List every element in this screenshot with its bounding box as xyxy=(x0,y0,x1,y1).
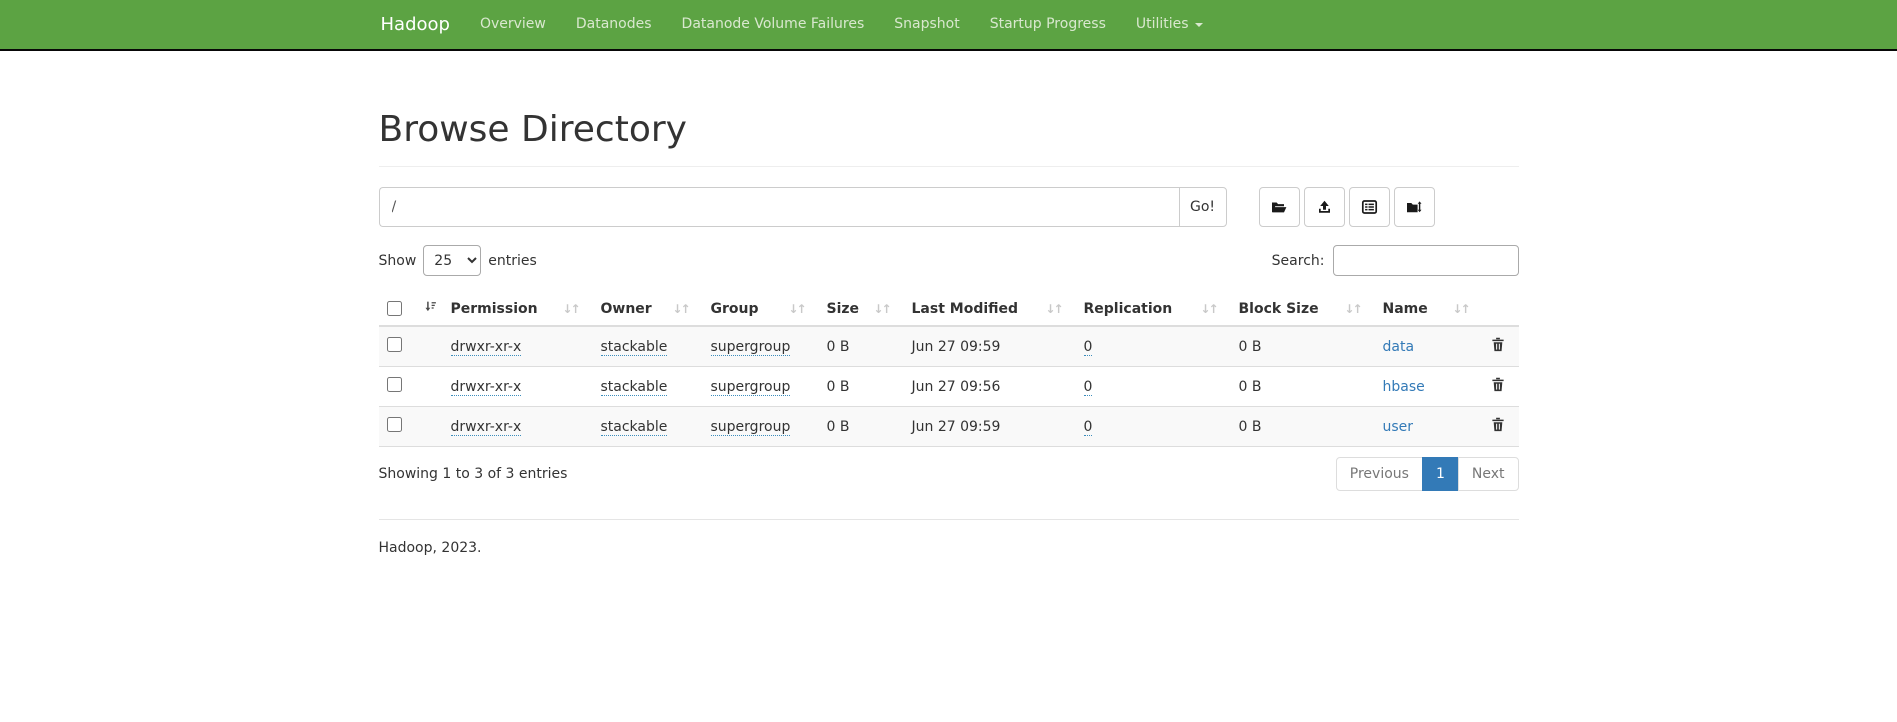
column-header-last-modified[interactable]: Last Modified↓↑ xyxy=(904,292,1076,326)
select-all-checkbox[interactable] xyxy=(387,301,402,316)
row-checkbox[interactable] xyxy=(387,417,402,432)
last-modified-value: Jun 27 09:59 xyxy=(912,339,1001,355)
column-header-permission[interactable]: Permission↓↑ xyxy=(443,292,593,326)
row-checkbox[interactable] xyxy=(387,337,402,352)
directory-table: Permission↓↑ Owner↓↑ Group↓↑ Size↓↑ Last… xyxy=(379,292,1519,447)
directory-name-link[interactable]: hbase xyxy=(1383,379,1425,395)
trash-icon xyxy=(1491,420,1505,435)
nav-item-utilities-label: Utilities xyxy=(1136,0,1189,49)
block-size-value: 0 B xyxy=(1239,419,1262,435)
create-directory-button[interactable] xyxy=(1259,187,1300,227)
trash-icon xyxy=(1491,380,1505,395)
pagination-previous[interactable]: Previous xyxy=(1336,457,1423,491)
sort-both-icon: ↓↑ xyxy=(1452,302,1476,316)
replication-value[interactable]: 0 xyxy=(1084,339,1093,356)
sort-both-icon: ↓↑ xyxy=(1045,302,1069,316)
directory-name-link[interactable]: data xyxy=(1383,339,1415,355)
sort-both-icon: ↓↑ xyxy=(1200,302,1224,316)
entries-label: entries xyxy=(488,253,537,269)
folder-open-icon xyxy=(1270,199,1288,215)
folder-move-icon xyxy=(1405,199,1423,215)
search-label: Search: xyxy=(1272,253,1325,269)
pagination-next[interactable]: Next xyxy=(1458,457,1519,491)
column-header-block-size[interactable]: Block Size↓↑ xyxy=(1231,292,1375,326)
table-header-row: Permission↓↑ Owner↓↑ Group↓↑ Size↓↑ Last… xyxy=(379,292,1519,326)
owner-value[interactable]: stackable xyxy=(601,339,668,356)
group-value[interactable]: supergroup xyxy=(711,419,791,436)
permission-value[interactable]: drwxr-xr-x xyxy=(451,379,522,396)
directory-path-input[interactable] xyxy=(379,187,1179,227)
owner-value[interactable]: stackable xyxy=(601,379,668,396)
cut-paste-button[interactable] xyxy=(1349,187,1390,227)
replication-value[interactable]: 0 xyxy=(1084,419,1093,436)
row-checkbox[interactable] xyxy=(387,377,402,392)
size-value: 0 B xyxy=(827,339,850,355)
sort-ascending-icon xyxy=(424,300,437,317)
column-header-group[interactable]: Group↓↑ xyxy=(703,292,819,326)
navbar-brand[interactable]: Hadoop xyxy=(379,0,465,49)
show-label: Show xyxy=(379,253,417,269)
page-length-control: Show 25 entries xyxy=(379,245,537,276)
sort-both-icon: ↓↑ xyxy=(788,302,812,316)
size-value: 0 B xyxy=(827,379,850,395)
file-action-buttons xyxy=(1259,187,1435,227)
table-row: drwxr-xr-x stackable supergroup 0 B Jun … xyxy=(379,367,1519,407)
page-length-select[interactable]: 25 xyxy=(423,245,481,276)
sort-both-icon: ↓↑ xyxy=(1344,302,1368,316)
pagination: Previous 1 Next xyxy=(1336,457,1519,491)
column-header-name[interactable]: Name↓↑ xyxy=(1375,292,1483,326)
page-header: Browse Directory xyxy=(379,109,1519,167)
size-value: 0 B xyxy=(827,419,850,435)
upload-icon xyxy=(1316,199,1333,215)
replication-value[interactable]: 0 xyxy=(1084,379,1093,396)
footer-text: Hadoop, 2023. xyxy=(379,540,1519,556)
path-bar: Go! xyxy=(379,187,1519,227)
column-header-size[interactable]: Size↓↑ xyxy=(819,292,904,326)
nav-item-startup-progress[interactable]: Startup Progress xyxy=(975,0,1121,49)
nav-item-utilities[interactable]: Utilities xyxy=(1121,0,1218,49)
directory-name-link[interactable]: user xyxy=(1383,419,1414,435)
page-title: Browse Directory xyxy=(379,109,1519,150)
permission-value[interactable]: drwxr-xr-x xyxy=(451,419,522,436)
nav-item-datanodes[interactable]: Datanodes xyxy=(561,0,667,49)
table-footer-controls: Showing 1 to 3 of 3 entries Previous 1 N… xyxy=(379,457,1519,491)
delete-button[interactable] xyxy=(1491,377,1505,395)
move-file-button[interactable] xyxy=(1394,187,1435,227)
group-value[interactable]: supergroup xyxy=(711,339,791,356)
last-modified-value: Jun 27 09:56 xyxy=(912,379,1001,395)
block-size-value: 0 B xyxy=(1239,379,1262,395)
pagination-page-1[interactable]: 1 xyxy=(1422,457,1459,491)
chevron-down-icon xyxy=(1195,23,1203,27)
delete-button[interactable] xyxy=(1491,417,1505,435)
nav-item-snapshot[interactable]: Snapshot xyxy=(879,0,974,49)
delete-button[interactable] xyxy=(1491,337,1505,355)
nav-item-datanode-volume-failures[interactable]: Datanode Volume Failures xyxy=(667,0,880,49)
sort-both-icon: ↓↑ xyxy=(672,302,696,316)
navbar: Hadoop Overview Datanodes Datanode Volum… xyxy=(0,0,1897,51)
column-header-select-all[interactable] xyxy=(379,292,443,326)
group-value[interactable]: supergroup xyxy=(711,379,791,396)
nav-item-overview[interactable]: Overview xyxy=(465,0,561,49)
table-info: Showing 1 to 3 of 3 entries xyxy=(379,466,568,482)
permission-value[interactable]: drwxr-xr-x xyxy=(451,339,522,356)
search-input[interactable] xyxy=(1333,245,1519,276)
column-header-actions xyxy=(1483,292,1519,326)
column-header-owner[interactable]: Owner↓↑ xyxy=(593,292,703,326)
table-controls: Show 25 entries Search: xyxy=(379,245,1519,276)
last-modified-value: Jun 27 09:59 xyxy=(912,419,1001,435)
upload-file-button[interactable] xyxy=(1304,187,1345,227)
trash-icon xyxy=(1491,340,1505,355)
sort-both-icon: ↓↑ xyxy=(873,302,897,316)
footer-divider xyxy=(379,519,1519,520)
go-button[interactable]: Go! xyxy=(1179,187,1227,227)
owner-value[interactable]: stackable xyxy=(601,419,668,436)
table-row: drwxr-xr-x stackable supergroup 0 B Jun … xyxy=(379,407,1519,447)
table-row: drwxr-xr-x stackable supergroup 0 B Jun … xyxy=(379,326,1519,367)
sort-both-icon: ↓↑ xyxy=(562,302,586,316)
search-control: Search: xyxy=(1272,245,1519,276)
block-size-value: 0 B xyxy=(1239,339,1262,355)
th-list-icon xyxy=(1361,199,1378,215)
directory-input-group: Go! xyxy=(379,187,1227,227)
column-header-replication[interactable]: Replication↓↑ xyxy=(1076,292,1231,326)
